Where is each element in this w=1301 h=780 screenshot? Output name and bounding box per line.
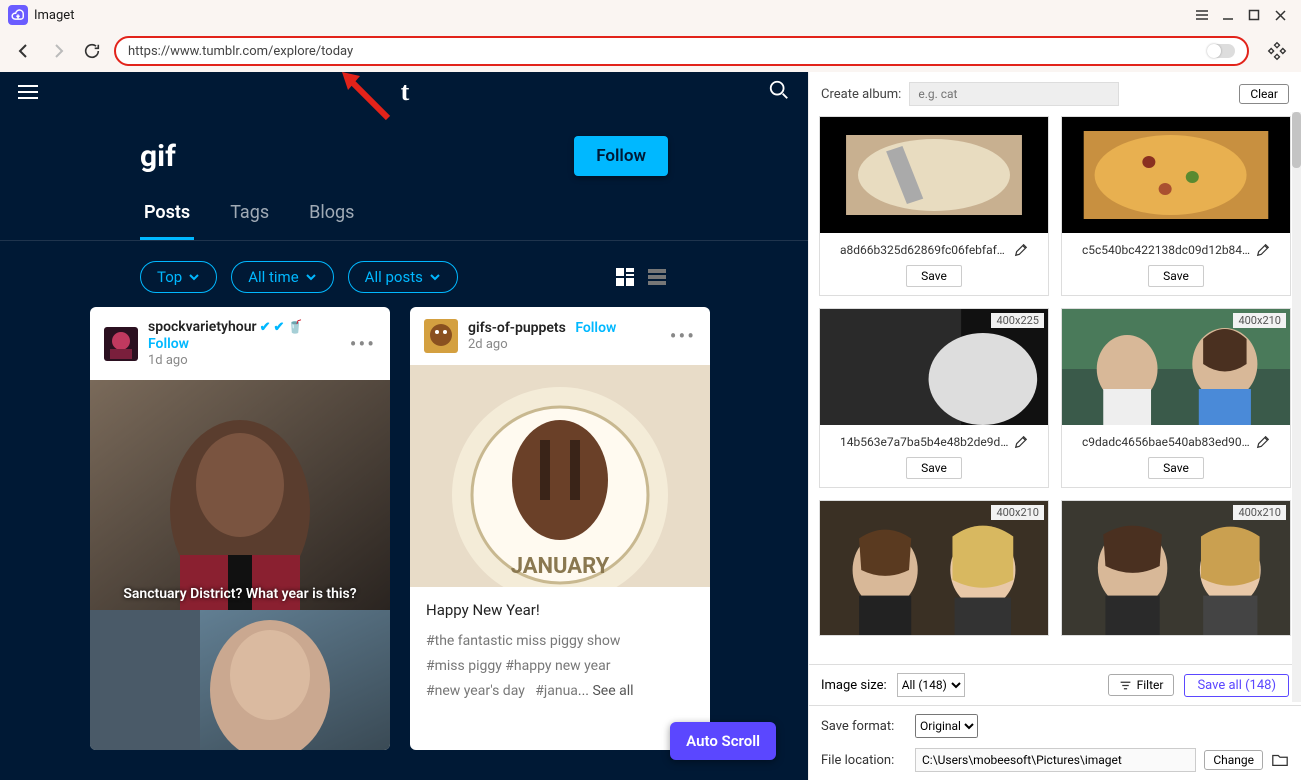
search-icon[interactable] — [768, 79, 790, 105]
verified-icon: ✔ — [273, 320, 284, 336]
sidebar: Create album: Clear a8d66b325d62869fc06f… — [808, 72, 1301, 780]
thumbnail-grid: a8d66b325d62869fc06febfaf4f3182 Save c5c… — [809, 116, 1301, 664]
filename: c5c540bc422138dc09d12b84d172c — [1082, 243, 1252, 257]
save-all-button[interactable]: Save all (148) — [1184, 674, 1289, 697]
auto-scroll-button[interactable]: Auto Scroll — [670, 722, 776, 760]
tumblr-logo[interactable]: t — [42, 77, 768, 107]
folder-icon[interactable] — [1271, 751, 1289, 769]
clear-button[interactable]: Clear — [1239, 84, 1289, 104]
save-format-select[interactable]: Original — [915, 714, 978, 738]
filter-posts[interactable]: All posts — [348, 261, 458, 293]
thumb-card[interactable]: 400x210 — [1061, 500, 1291, 636]
edit-icon[interactable] — [1014, 243, 1028, 257]
follow-link[interactable]: Follow — [148, 336, 304, 353]
edit-icon[interactable] — [1014, 435, 1028, 449]
navbar — [0, 30, 1301, 72]
url-input[interactable] — [128, 44, 1199, 59]
close-icon[interactable] — [1267, 2, 1293, 28]
reload-icon[interactable] — [80, 39, 104, 63]
titlebar: Imaget — [0, 0, 1301, 30]
menu-icon[interactable] — [1189, 2, 1215, 28]
forward-icon[interactable] — [46, 39, 70, 63]
avatar[interactable] — [424, 319, 458, 353]
follow-button[interactable]: Follow — [574, 136, 668, 176]
album-input[interactable] — [909, 82, 1119, 106]
post-image[interactable]: Sanctuary District? What year is this? — [90, 380, 390, 610]
thumb-card[interactable]: 400x210 c9dadc4656bae540ab83ed901ca59 Sa… — [1061, 308, 1291, 488]
timestamp: 2d ago — [468, 337, 616, 353]
edit-icon[interactable] — [1256, 243, 1270, 257]
more-icon[interactable]: ••• — [670, 324, 696, 348]
dimension-label: 400x210 — [1233, 313, 1286, 328]
tab-posts[interactable]: Posts — [140, 196, 194, 240]
filter-top[interactable]: Top — [140, 261, 217, 293]
grab-icon[interactable] — [1265, 39, 1289, 63]
filename: 14b563e7a7ba5b4e48b2de9d6db7 — [840, 435, 1010, 449]
see-all-link[interactable]: ... See all — [578, 683, 634, 699]
filename: a8d66b325d62869fc06febfaf4f3182 — [840, 243, 1010, 257]
create-album-label: Create album: — [821, 87, 901, 102]
filter-button[interactable]: Filter — [1108, 674, 1175, 696]
filename: c9dadc4656bae540ab83ed901ca59 — [1082, 435, 1252, 449]
scrollbar[interactable] — [1292, 112, 1301, 702]
minimize-icon[interactable] — [1215, 2, 1241, 28]
verified-icon: ✔ — [260, 320, 271, 336]
save-button[interactable]: Save — [906, 265, 962, 287]
file-location-label: File location: — [821, 753, 907, 768]
post-caption: Happy New Year! — [410, 587, 710, 623]
thumb-card[interactable]: c5c540bc422138dc09d12b84d172c Save — [1061, 116, 1291, 296]
change-button[interactable]: Change — [1204, 750, 1263, 770]
more-icon[interactable]: ••• — [350, 332, 376, 356]
username[interactable]: spockvarietyhour✔✔🥤 — [148, 319, 304, 336]
dimension-label: 400x210 — [1233, 505, 1286, 520]
app-logo — [8, 5, 28, 25]
post-image[interactable] — [90, 610, 390, 750]
save-button[interactable]: Save — [1148, 265, 1204, 287]
file-location-input[interactable] — [915, 748, 1196, 772]
edit-icon[interactable] — [1256, 435, 1270, 449]
page-title: gif — [140, 139, 176, 174]
dimension-label: 400x210 — [991, 505, 1044, 520]
url-bar[interactable] — [114, 36, 1249, 66]
browser-view: t gif Follow Posts Tags Blogs Top All ti… — [0, 72, 808, 780]
image-size-select[interactable]: All (148) — [897, 673, 965, 697]
post-image[interactable]: JANUARY — [410, 365, 710, 587]
hamburger-icon[interactable] — [18, 80, 42, 104]
cup-icon: 🥤 — [287, 320, 303, 336]
grid-view-icon[interactable] — [614, 266, 636, 288]
dimension-label: 400x225 — [991, 313, 1044, 328]
thumb-card[interactable]: 400x225 14b563e7a7ba5b4e48b2de9d6db7 Sav… — [819, 308, 1049, 488]
maximize-icon[interactable] — [1241, 2, 1267, 28]
thumb-card[interactable]: a8d66b325d62869fc06febfaf4f3182 Save — [819, 116, 1049, 296]
save-button[interactable]: Save — [1148, 457, 1204, 479]
list-view-icon[interactable] — [646, 266, 668, 288]
save-format-label: Save format: — [821, 719, 907, 734]
follow-link[interactable]: Follow — [575, 320, 616, 337]
svg-text:JANUARY: JANUARY — [511, 554, 610, 579]
app-title: Imaget — [34, 8, 74, 23]
back-icon[interactable] — [12, 39, 36, 63]
timestamp: 1d ago — [148, 353, 304, 369]
username[interactable]: gifs-of-puppets Follow — [468, 320, 616, 337]
post-card: gifs-of-puppets Follow 2d ago ••• JANUAR… — [410, 307, 710, 750]
avatar[interactable] — [104, 327, 138, 361]
filter-time[interactable]: All time — [231, 261, 333, 293]
toggle-switch[interactable] — [1207, 44, 1235, 58]
image-size-label: Image size: — [821, 678, 887, 693]
thumb-card[interactable]: 400x210 — [819, 500, 1049, 636]
tab-blogs[interactable]: Blogs — [305, 196, 358, 240]
save-button[interactable]: Save — [906, 457, 962, 479]
tab-tags[interactable]: Tags — [226, 196, 273, 240]
post-tags[interactable]: #the fantastic miss piggy show #miss pig… — [410, 623, 710, 717]
image-caption: Sanctuary District? What year is this? — [90, 586, 390, 602]
post-card: spockvarietyhour✔✔🥤 Follow 1d ago ••• Sa… — [90, 307, 390, 750]
